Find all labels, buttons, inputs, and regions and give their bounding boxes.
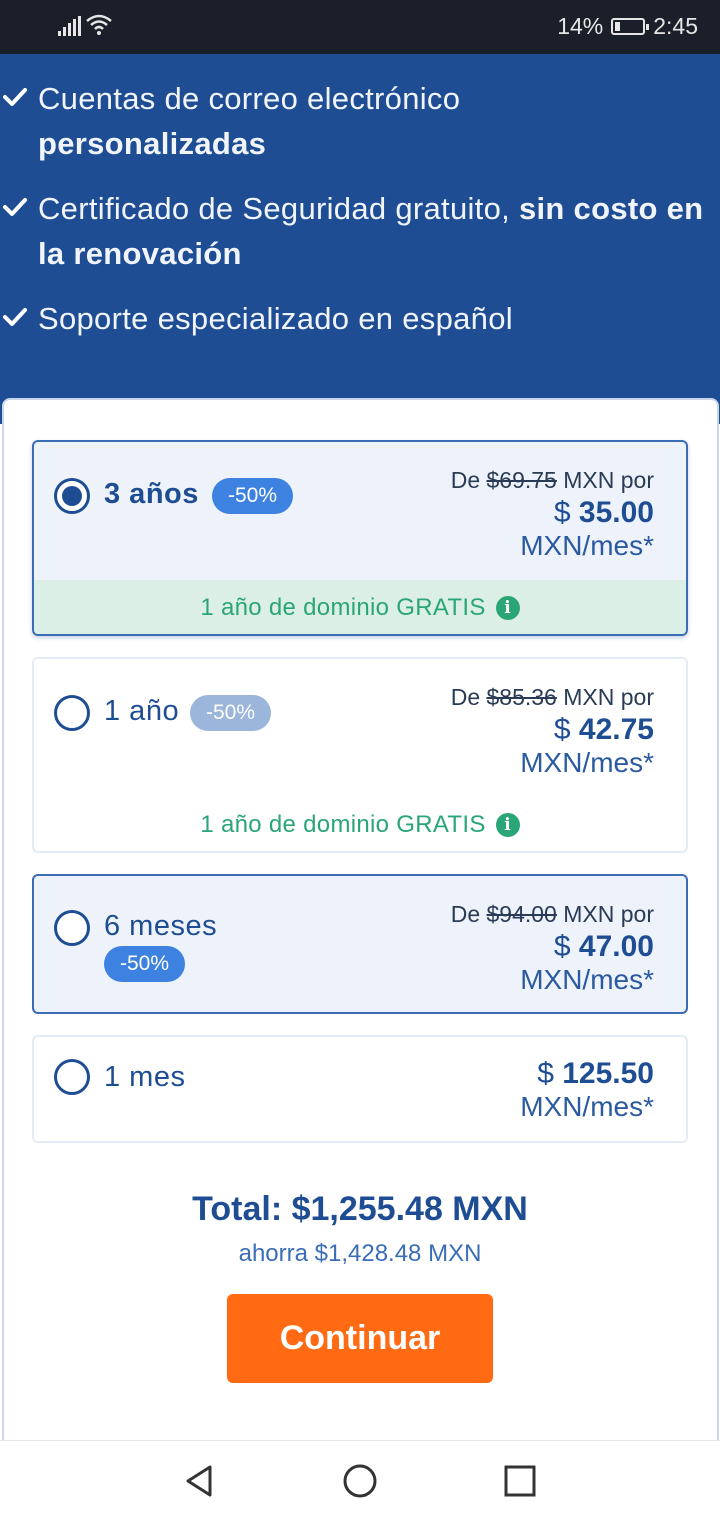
currency-symbol: $ [553, 930, 579, 963]
price-unit: MXN/mes* [520, 747, 654, 778]
signal-icon [58, 16, 81, 36]
feature-text: Certificado de Seguridad gratuito, [38, 191, 519, 226]
plan-option-1-month[interactable]: 1 mes $ 125.50 MXN/mes* [32, 1035, 688, 1143]
status-bar: 14% 2:45 [0, 0, 720, 54]
plan-label: 1 año [104, 695, 180, 727]
info-icon[interactable]: i [495, 596, 520, 620]
plan-price: 35.00 [578, 496, 654, 529]
plan-price: 125.50 [562, 1057, 654, 1090]
back-icon[interactable] [180, 1461, 220, 1501]
from-suffix: MXN por [556, 901, 654, 927]
feature-text-bold: personalizadas [38, 126, 267, 161]
system-nav-bar [0, 1440, 720, 1520]
feature-text: Cuentas de correo electrónico [38, 81, 461, 116]
price-unit: MXN/mes* [520, 964, 654, 995]
promo-banner: 1 año de dominio GRATIS i [34, 797, 686, 851]
price-unit: MXN/mes* [520, 530, 654, 561]
clock: 2:45 [653, 13, 698, 39]
original-price: $85.36 [486, 684, 557, 710]
check-icon [3, 198, 27, 216]
from-prefix: De [450, 684, 487, 710]
info-icon[interactable]: i [495, 813, 520, 837]
price-unit: MXN/mes* [520, 1091, 654, 1122]
discount-badge: -50% [190, 695, 272, 731]
from-prefix: De [450, 467, 487, 493]
continue-button[interactable]: Continuar [227, 1294, 493, 1383]
battery-percent: 14% [557, 13, 604, 39]
home-icon[interactable] [340, 1461, 380, 1501]
price-block: $ 125.50 MXN/mes* [520, 1057, 654, 1123]
wifi-icon [86, 14, 112, 35]
savings-text: ahorra $1,428.48 MXN [238, 1240, 482, 1267]
original-price: $94.00 [486, 901, 557, 927]
plan-price: 47.00 [578, 930, 654, 963]
battery-icon [611, 18, 650, 35]
check-icon [3, 308, 27, 326]
plan-label: 6 meses [104, 910, 218, 942]
plan-price: 42.75 [578, 713, 654, 746]
radio-button[interactable] [54, 1059, 90, 1095]
from-suffix: MXN por [556, 684, 654, 710]
radio-button[interactable] [54, 478, 90, 514]
plan-option-1-year[interactable]: 1 año -50% De $85.36 MXN por $ 42.75 MXN… [32, 657, 688, 853]
discount-badge: -50% [104, 946, 186, 982]
currency-symbol: $ [537, 1057, 563, 1090]
check-icon [3, 88, 27, 106]
total-price: Total: $1,255.48 MXN [192, 1190, 528, 1228]
original-price: $69.75 [486, 467, 557, 493]
price-block: De $69.75 MXN por $ 35.00 MXN/mes* [451, 464, 654, 562]
plan-option-6-months[interactable]: 6 meses -50% De $94.00 MXN por $ 47.00 M… [32, 874, 688, 1014]
promo-text: 1 año de dominio GRATIS [200, 811, 486, 838]
plan-option-3-years[interactable]: 3 años -50% De $69.75 MXN por $ 35.00 MX… [32, 440, 688, 636]
feature-text: Soporte especializado en español [38, 301, 513, 336]
currency-symbol: $ [553, 713, 579, 746]
price-block: De $94.00 MXN por $ 47.00 MXN/mes* [451, 898, 654, 996]
features-banner: Cuentas de correo electrónico personaliz… [0, 54, 720, 424]
plan-label: 3 años [104, 478, 199, 510]
radio-button[interactable] [54, 910, 90, 946]
currency-symbol: $ [553, 496, 579, 529]
discount-badge: -50% [212, 478, 294, 514]
radio-button[interactable] [54, 695, 90, 731]
from-suffix: MXN por [556, 467, 654, 493]
promo-text: 1 año de dominio GRATIS [200, 594, 486, 621]
plan-label: 1 mes [104, 1061, 186, 1093]
price-block: De $85.36 MXN por $ 42.75 MXN/mes* [451, 681, 654, 779]
promo-banner: 1 año de dominio GRATIS i [34, 580, 686, 634]
recents-icon[interactable] [500, 1461, 540, 1501]
from-prefix: De [450, 901, 487, 927]
